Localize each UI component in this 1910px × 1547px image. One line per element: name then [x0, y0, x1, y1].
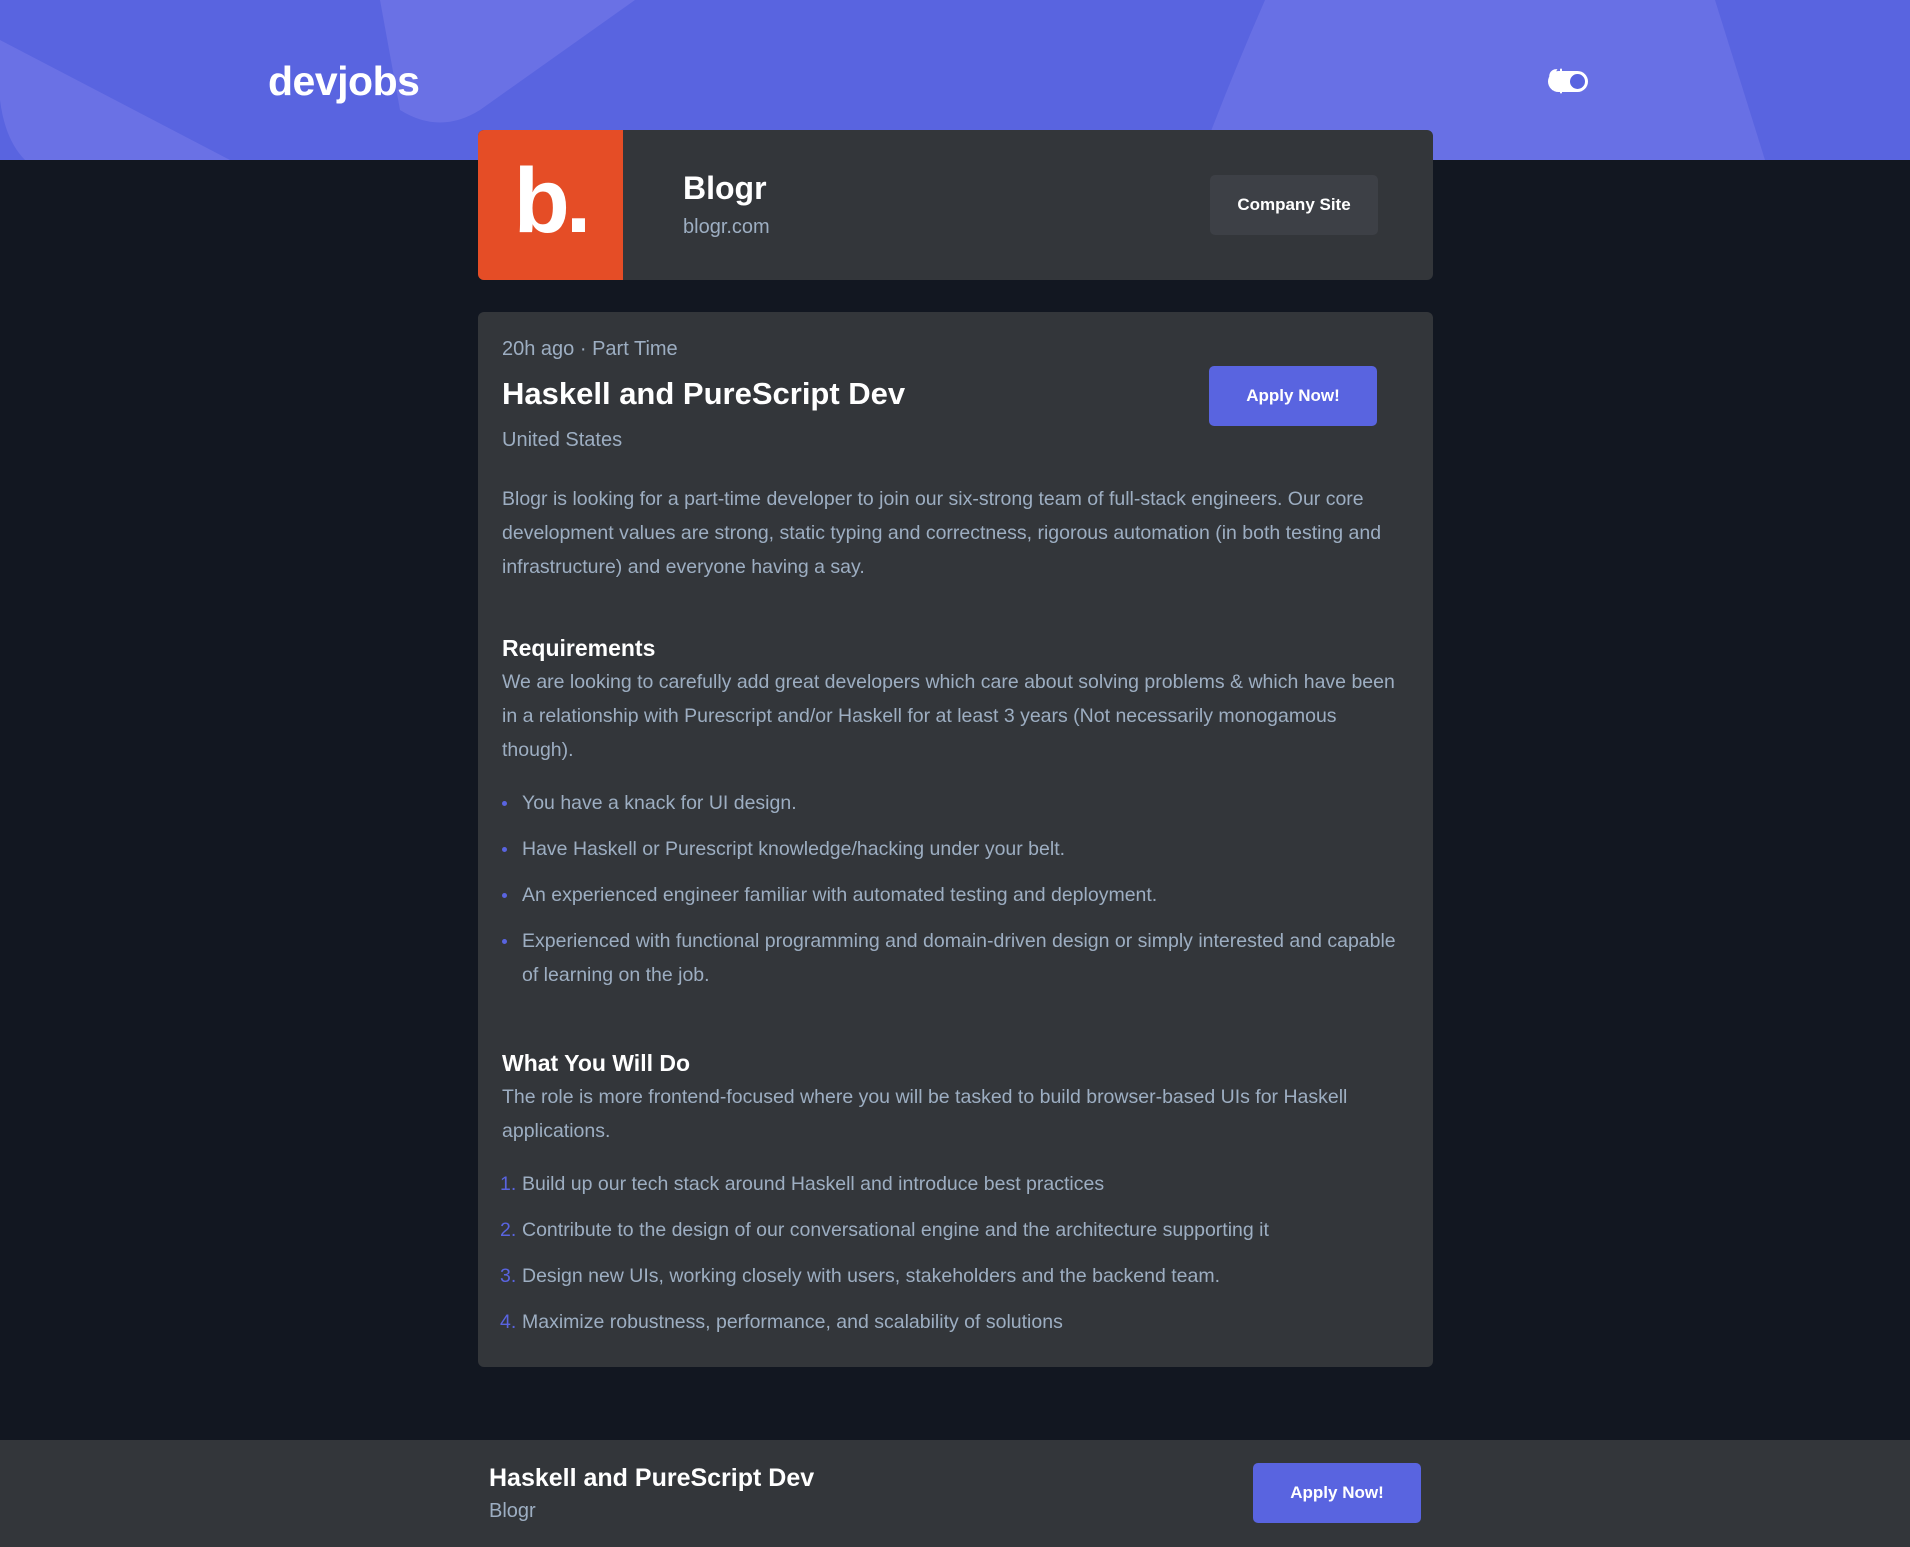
bullet-icon [502, 939, 507, 944]
bullet-icon [502, 801, 507, 806]
list-item: 3. Design new UIs, working closely with u… [500, 1259, 1407, 1293]
bullet-icon [502, 847, 507, 852]
footer-apply-now-button[interactable]: Apply Now! [1253, 1463, 1421, 1523]
list-item: An experienced engineer familiar with au… [502, 878, 1407, 912]
list-item: 4. Maximize robustness, performance, and … [500, 1305, 1407, 1339]
footer-bar: Haskell and PureScript Dev Blogr Apply N… [0, 1440, 1910, 1547]
apply-now-button[interactable]: Apply Now! [1209, 366, 1377, 426]
footer-company-name: Blogr [489, 1500, 536, 1522]
requirement-text: Have Haskell or Purescript knowledge/hac… [522, 838, 1066, 860]
requirements-content: We are looking to carefully add great de… [502, 671, 1395, 761]
requirement-text: You have a knack for UI design. [522, 792, 797, 814]
list-item: Experienced with functional programming … [502, 924, 1407, 992]
list-item: 1. Build up our tech stack around Haskell… [500, 1167, 1407, 1201]
site-logo[interactable]: devjobs [268, 58, 420, 105]
bullet-icon [502, 893, 507, 898]
list-item: Have Haskell or Purescript knowledge/hac… [502, 832, 1407, 866]
list-number: 2. [500, 1219, 517, 1241]
list-number: 3. [500, 1265, 517, 1287]
requirement-text: Experienced with functional programming … [522, 930, 1396, 986]
company-logo: b. [478, 130, 623, 280]
company-logo-text: b. [513, 149, 592, 252]
role-text: Build up our tech stack around Haskell a… [522, 1173, 1105, 1195]
company-site-button[interactable]: Company Site [1210, 175, 1378, 235]
contract-type: Part Time [592, 338, 678, 360]
company-name: Blogr [683, 170, 767, 206]
moon-icon [1549, 69, 1563, 84]
role-title: What You Will Do [502, 1050, 691, 1076]
meta-separator: · [579, 338, 587, 360]
job-description: Blogr is looking for a part-time develop… [502, 488, 1382, 578]
list-item: You have a knack for UI design. [502, 786, 1407, 820]
footer-job-title: Haskell and PureScript Dev [489, 1464, 815, 1492]
requirements-list: You have a knack for UI design. Have Has… [502, 786, 1407, 1004]
job-details-card: 20h ago · Part Time Haskell and PureScri… [478, 312, 1433, 1367]
list-item: 2. Contribute to the design of our conver… [500, 1213, 1407, 1247]
job-title: Haskell and PureScript Dev [502, 376, 906, 411]
role-text: Design new UIs, working closely with use… [522, 1265, 1221, 1287]
list-number: 1. [500, 1173, 517, 1195]
switch-knob [1570, 73, 1585, 89]
posted-at: 20h ago [502, 338, 575, 360]
role-text: Contribute to the design of our conversa… [522, 1219, 1269, 1241]
requirement-text: An experienced engineer familiar with au… [522, 884, 1158, 906]
company-card: b. Blogr blogr.com Company Site [478, 130, 1433, 280]
role-text: Maximize robustness, performance, and sc… [522, 1311, 1063, 1333]
list-number: 4. [500, 1311, 517, 1333]
role-content: The role is more frontend-focused where … [502, 1086, 1348, 1142]
company-website: blogr.com [683, 216, 770, 238]
job-meta: 20h ago · Part Time [502, 338, 678, 361]
requirements-title: Requirements [502, 635, 656, 661]
theme-toggle [1548, 68, 1588, 94]
role-list: 1. Build up our tech stack around Haskell… [500, 1167, 1407, 1351]
job-location: United States [502, 429, 623, 451]
